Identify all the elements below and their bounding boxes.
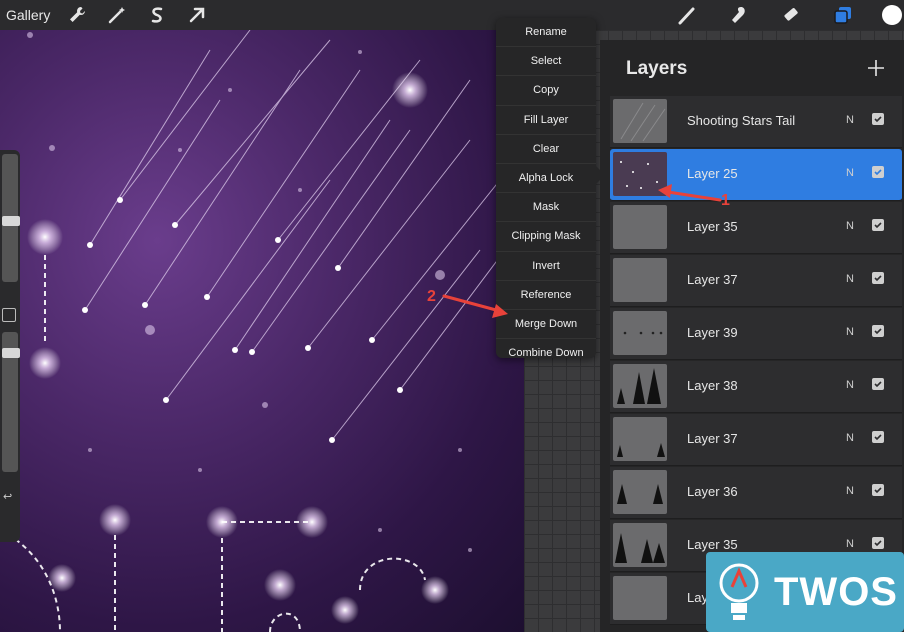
menu-select[interactable]: Select — [496, 47, 596, 77]
visibility-checkbox[interactable] — [872, 219, 884, 231]
blend-mode-button[interactable]: N — [846, 326, 854, 338]
layer-thumbnail — [613, 99, 667, 143]
top-toolbar: Gallery — [0, 0, 904, 30]
layer-name: Layer 36 — [687, 484, 738, 499]
layer-name: Layer 37 — [687, 272, 738, 287]
transform-arrow-icon[interactable] — [184, 2, 210, 28]
layer-name: Layer 35 — [687, 537, 738, 552]
drawing-canvas[interactable] — [0, 30, 524, 632]
menu-alpha-lock[interactable]: Alpha Lock — [496, 164, 596, 194]
layer-name: Layer 37 — [687, 431, 738, 446]
layer-thumbnail — [613, 311, 667, 355]
layer-row[interactable]: Layer 35 N — [610, 202, 902, 254]
layers-title: Layers — [626, 58, 688, 79]
blend-mode-button[interactable]: N — [846, 538, 854, 550]
menu-clear[interactable]: Clear — [496, 135, 596, 164]
visibility-checkbox[interactable] — [872, 166, 884, 178]
layer-thumbnail — [613, 470, 667, 514]
side-slider-bar: ↩ — [0, 150, 20, 542]
brush-icon[interactable] — [674, 2, 700, 28]
blend-mode-button[interactable]: N — [846, 379, 854, 391]
blend-mode-button[interactable]: N — [846, 485, 854, 497]
layers-header: Layers — [600, 40, 904, 96]
layer-row[interactable]: Layer 39 N — [610, 308, 902, 360]
layer-thumbnail — [613, 576, 667, 620]
layer-name: Layer 39 — [687, 325, 738, 340]
layer-thumbnail — [613, 364, 667, 408]
blend-mode-button[interactable]: N — [846, 114, 854, 126]
brush-size-knob[interactable] — [2, 216, 20, 226]
annotation-arrow-1 — [658, 184, 722, 202]
layer-row[interactable]: Layer 37 N — [610, 414, 902, 466]
smudge-icon[interactable] — [726, 2, 752, 28]
menu-copy[interactable]: Copy — [496, 76, 596, 106]
visibility-checkbox[interactable] — [872, 484, 884, 496]
menu-fill-layer[interactable]: Fill Layer — [496, 106, 596, 135]
gallery-button[interactable]: Gallery — [6, 7, 50, 23]
layer-thumbnail — [613, 258, 667, 302]
eraser-icon[interactable] — [778, 2, 804, 28]
annotation-label-2: 2 — [427, 288, 436, 305]
layer-row[interactable]: Layer 38 N — [610, 361, 902, 413]
visibility-checkbox[interactable] — [872, 378, 884, 390]
annotation-arrow-2 — [442, 294, 508, 318]
watermark-text: TWOS — [774, 569, 898, 614]
selection-icon[interactable] — [144, 2, 170, 28]
color-picker[interactable] — [882, 5, 902, 25]
layer-row[interactable]: Shooting Stars Tail N — [610, 96, 902, 148]
magic-wand-icon[interactable] — [104, 2, 130, 28]
visibility-checkbox[interactable] — [872, 431, 884, 443]
watermark-logo: TWOS — [706, 552, 904, 632]
layer-name: Layer 38 — [687, 378, 738, 393]
visibility-checkbox[interactable] — [872, 272, 884, 284]
layer-name: Shooting Stars Tail — [687, 113, 796, 128]
menu-combine-down[interactable]: Combine Down — [496, 339, 596, 367]
modify-button[interactable] — [2, 308, 16, 322]
opacity-slider[interactable] — [2, 332, 20, 472]
layers-icon[interactable] — [830, 2, 856, 28]
menu-rename[interactable]: Rename — [496, 18, 596, 48]
layer-thumbnail — [613, 205, 667, 249]
blend-mode-button[interactable]: N — [846, 273, 854, 285]
layer-name: Lay — [687, 590, 708, 605]
layer-row[interactable]: Layer 36 N — [610, 467, 902, 519]
visibility-checkbox[interactable] — [872, 113, 884, 125]
layers-panel: Layers Shooting Stars Tail N Layer 25 N … — [600, 40, 904, 632]
layer-thumbnail — [613, 417, 667, 461]
menu-invert[interactable]: Invert — [496, 252, 596, 281]
layer-name: Layer 35 — [687, 219, 738, 234]
artwork — [0, 30, 521, 632]
blend-mode-button[interactable]: N — [846, 432, 854, 444]
layer-row[interactable]: Layer 37 N — [610, 255, 902, 307]
brush-size-slider[interactable] — [2, 154, 20, 282]
blend-mode-button[interactable]: N — [846, 167, 854, 179]
layer-name: Layer 25 — [687, 166, 738, 181]
menu-clipping-mask[interactable]: Clipping Mask — [496, 222, 596, 252]
menu-mask[interactable]: Mask — [496, 193, 596, 223]
visibility-checkbox[interactable] — [872, 537, 884, 549]
visibility-checkbox[interactable] — [872, 325, 884, 337]
opacity-knob[interactable] — [2, 348, 20, 358]
wrench-icon[interactable] — [64, 2, 90, 28]
add-layer-icon[interactable] — [866, 58, 886, 78]
lightbulb-icon — [719, 563, 759, 620]
blend-mode-button[interactable]: N — [846, 220, 854, 232]
undo-icon[interactable]: ↩ — [3, 490, 12, 503]
layer-thumbnail — [613, 523, 667, 567]
